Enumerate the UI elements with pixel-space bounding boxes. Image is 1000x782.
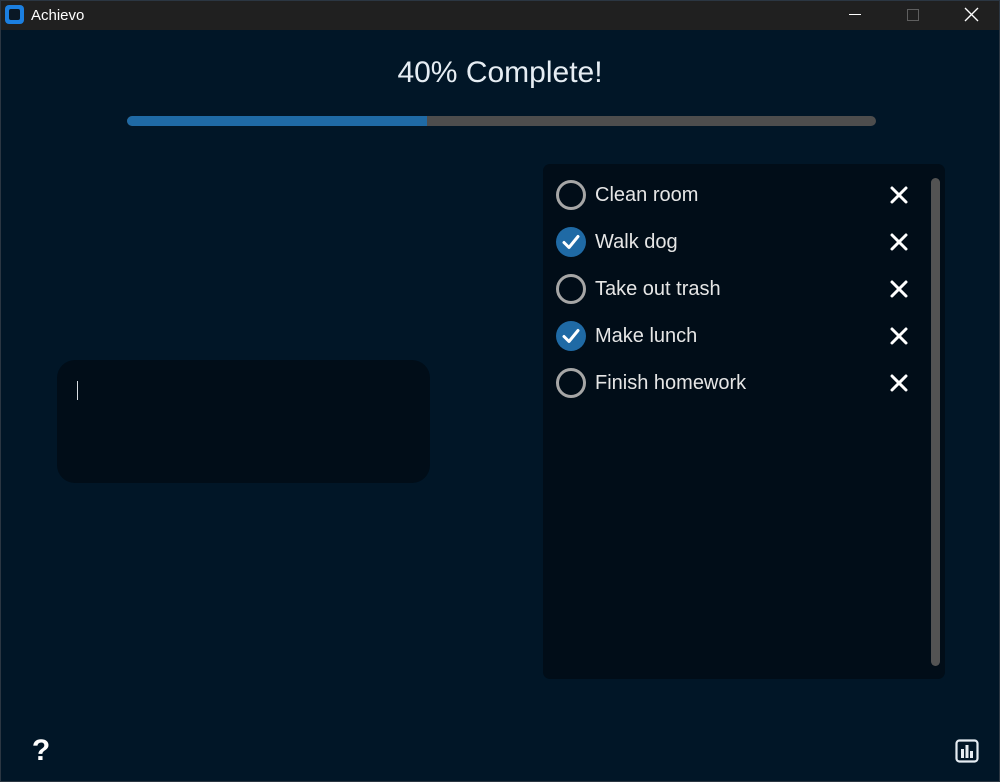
- task-label: Finish homework: [595, 372, 747, 394]
- delete-x-icon: [890, 374, 908, 392]
- progress-title: 40% Complete!: [397, 56, 603, 89]
- delete-task-button[interactable]: [889, 279, 909, 299]
- stats-button[interactable]: [955, 739, 979, 763]
- progress-bar: [127, 116, 876, 126]
- task-list-scrollbar[interactable]: [931, 178, 940, 666]
- delete-x-icon: [890, 280, 908, 298]
- question-mark-icon: ?: [31, 734, 51, 767]
- task-label: Clean room: [595, 184, 699, 206]
- task-label: Take out trash: [595, 278, 721, 300]
- task-checkbox-unchecked[interactable]: [556, 274, 586, 304]
- task-input[interactable]: [57, 360, 430, 483]
- bar-chart-icon: [955, 739, 979, 763]
- app-window: Achievo 40% Complete! Clean room Walk do…: [0, 0, 1000, 782]
- maximize-icon: [907, 9, 919, 21]
- task-item: Make lunch: [556, 320, 916, 352]
- delete-task-button[interactable]: [889, 326, 909, 346]
- delete-x-icon: [890, 186, 908, 204]
- task-list-panel: Clean room Walk dog Take out trash Make lun…: [543, 164, 945, 679]
- task-item: Clean room: [556, 179, 916, 211]
- main-content: 40% Complete! Clean room Walk dog Take out…: [1, 30, 999, 781]
- delete-task-button[interactable]: [889, 185, 909, 205]
- close-window-button[interactable]: [942, 1, 999, 30]
- delete-x-icon: [890, 327, 908, 345]
- app-icon: [5, 5, 24, 24]
- task-item: Finish homework: [556, 367, 916, 399]
- task-item: Walk dog: [556, 226, 916, 258]
- close-icon: [964, 7, 979, 22]
- task-checkbox-unchecked[interactable]: [556, 180, 586, 210]
- delete-task-button[interactable]: [889, 232, 909, 252]
- title-bar: Achievo: [1, 1, 999, 30]
- task-checkbox-unchecked[interactable]: [556, 368, 586, 398]
- task-label: Walk dog: [595, 231, 678, 253]
- progress-bar-fill: [127, 116, 427, 126]
- delete-task-button[interactable]: [889, 373, 909, 393]
- task-checkbox-checked[interactable]: [556, 321, 586, 351]
- maximize-button[interactable]: [884, 1, 942, 30]
- window-title: Achievo: [31, 7, 85, 24]
- text-caret: [77, 381, 78, 400]
- help-button[interactable]: ?: [30, 736, 52, 768]
- minimize-button[interactable]: [826, 1, 884, 30]
- task-label: Make lunch: [595, 325, 698, 347]
- task-checkbox-checked[interactable]: [556, 227, 586, 257]
- delete-x-icon: [890, 233, 908, 251]
- task-item: Take out trash: [556, 273, 916, 305]
